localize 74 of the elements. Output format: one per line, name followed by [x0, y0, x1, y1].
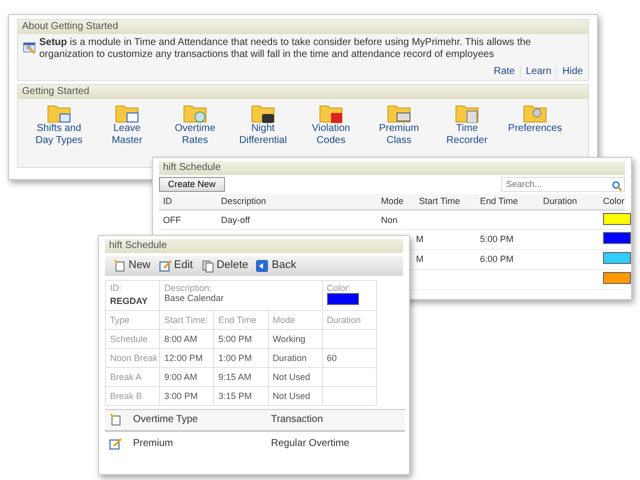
table-cell: 9:15 AM — [214, 368, 268, 387]
table-cell: M — [415, 250, 476, 270]
field-value: REGDAY — [110, 296, 149, 307]
field-label: ID: — [110, 282, 123, 294]
table-cell: Break A — [106, 368, 160, 387]
panel-link[interactable]: Hide — [562, 66, 583, 78]
table-cell: Schedule — [106, 330, 160, 349]
table-cell: 60 — [322, 348, 376, 368]
back-icon — [256, 258, 270, 272]
table-cell: Not Used — [268, 368, 322, 387]
search-field[interactable]: Search... — [501, 177, 625, 192]
column-header: Description — [217, 194, 377, 210]
table-cell: Noon Break — [106, 348, 160, 368]
table-cell: 1:00 PM — [214, 348, 268, 368]
table-cell: Non — [377, 210, 415, 230]
table-cell: M — [415, 230, 476, 250]
field-value: Base Calendar — [164, 293, 225, 304]
table-cell: 5:00 PM — [214, 330, 268, 349]
new-icon — [109, 412, 122, 427]
window-title: hift Schedule — [105, 239, 403, 253]
table-cell: 3:00 PM — [160, 386, 214, 406]
toolbar-button[interactable]: Back — [252, 258, 300, 272]
column-header: Mode — [268, 310, 322, 330]
table-cell: OFF — [159, 210, 217, 230]
panel-link[interactable]: Rate — [494, 66, 515, 78]
column-header: End Time — [214, 310, 268, 330]
shortcut-link[interactable]: Time Recorder — [437, 123, 497, 146]
column-header: Transaction — [267, 409, 405, 432]
table-cell: 8:00 AM — [160, 330, 214, 349]
description-text: Setup is a module in Time and Attendance that needs to take consider before using MyPrimehr. This allows the organization to customize any transactions that will fall in the time and attendance record of employees — [39, 36, 532, 60]
table-cell: Not Used — [268, 386, 322, 406]
window-title: hift Schedule — [159, 161, 625, 175]
edit-icon — [158, 258, 172, 272]
shortcut-link[interactable]: Premium Class — [369, 123, 429, 146]
shortcut-link[interactable]: Shifts and Day Types — [29, 123, 89, 146]
search-icon — [612, 181, 622, 191]
table-cell: 6:00 PM — [476, 250, 539, 270]
column-header: Duration — [322, 310, 376, 330]
table-cell: 9:00 AM — [160, 368, 214, 387]
panel-link[interactable]: Learn — [526, 66, 552, 78]
column-header: Overtime Type — [129, 409, 267, 432]
shortcut-link[interactable]: Leave Master — [97, 123, 157, 146]
table-cell: 12:00 PM — [160, 348, 214, 368]
create-new-button[interactable]: Create New — [159, 177, 225, 192]
shortcut-link[interactable]: Overtime Rates — [165, 123, 225, 146]
table-cell: 5:00 PM — [476, 230, 539, 250]
column-header: Duration — [539, 194, 599, 210]
shortcut-link[interactable]: Violation Codes — [301, 123, 361, 146]
edit-icon — [109, 436, 122, 451]
table-cell: Day-off — [217, 210, 377, 230]
panel-header: Getting Started — [18, 84, 588, 98]
column-header: Start Time: — [160, 310, 214, 330]
panel-header: About Getting Started — [18, 20, 588, 34]
table-cell: Working — [268, 330, 322, 349]
field-label: Description: — [164, 282, 213, 294]
shortcut-link[interactable]: Preferences — [508, 123, 562, 134]
column-header: Mode — [377, 194, 415, 210]
toolbar-button[interactable]: Edit — [154, 258, 197, 272]
table-cell: Regular Overtime — [267, 431, 405, 456]
toolbar-button[interactable]: Delete — [196, 258, 252, 272]
table-cell: Premium — [129, 431, 267, 456]
toolbar-button[interactable]: New — [109, 258, 155, 272]
column-header: Start Time — [415, 194, 476, 210]
column-header: Color — [599, 194, 625, 210]
new-icon — [113, 258, 126, 272]
field-label: Color: — [326, 282, 352, 294]
shortcut-link[interactable]: Night Differential — [233, 123, 293, 146]
table-cell: 3:15 PM — [214, 386, 268, 406]
table-cell: Break B — [106, 386, 160, 406]
column-header: Type — [106, 310, 160, 330]
delete-icon — [200, 258, 214, 272]
column-header: End Time — [476, 194, 539, 210]
column-header: ID — [159, 194, 217, 210]
table-cell: Duration — [268, 348, 322, 368]
